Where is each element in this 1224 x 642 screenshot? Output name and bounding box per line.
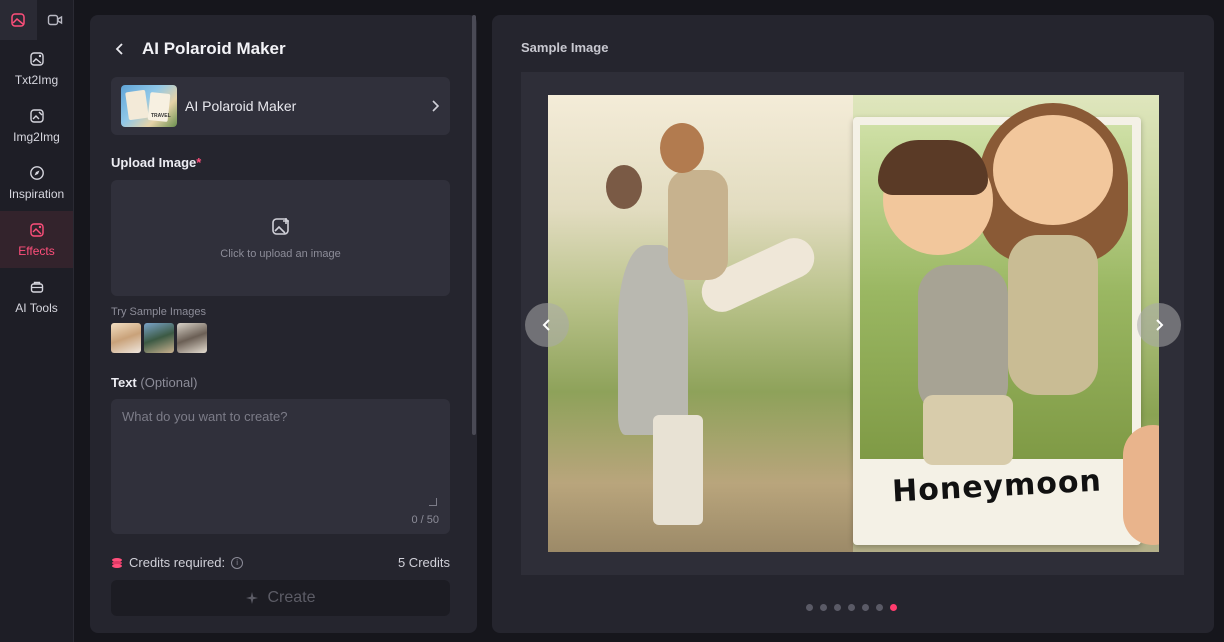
rail-item-img2img[interactable]: Img2Img [0,97,73,154]
rail-item-label: Inspiration [8,186,65,201]
image-mode-tab[interactable] [0,0,37,40]
create-button[interactable]: Create [111,580,450,616]
panel-header: AI Polaroid Maker [112,39,286,59]
carousel-dot[interactable] [890,604,897,611]
credits-label: Credits required: [129,555,226,570]
carousel-dot[interactable] [862,604,869,611]
image-icon [11,13,25,27]
preview-panel: Sample Image Honeymoon [492,15,1214,633]
next-image-button[interactable] [1137,303,1181,347]
rail-item-ai-tools[interactable]: AI Tools [0,268,73,325]
carousel-dots [806,604,897,611]
scrollbar[interactable] [472,15,476,435]
upload-hint: Click to upload an image [220,248,341,260]
credits-value: 5 Credits [397,555,450,570]
rail-item-label: Txt2Img [14,72,59,87]
carousel-dot[interactable] [834,604,841,611]
preview-title: Sample Image [521,40,609,55]
effect-thumbnail: TRAVEL [121,85,177,127]
effects-icon [29,222,44,237]
chevron-right-icon [432,100,440,112]
video-icon [47,14,62,26]
char-counter: 0 / 50 [411,514,439,526]
sample-image: Honeymoon [548,95,1159,552]
sample-images-label: Try Sample Images [111,306,206,318]
page-title: AI Polaroid Maker [142,39,286,58]
rail-item-label: AI Tools [15,300,58,315]
rail-item-inspiration[interactable]: Inspiration [0,154,73,211]
upload-dropzone[interactable]: Click to upload an image [111,180,450,296]
toolbox-icon [30,281,43,293]
effect-name: AI Polaroid Maker [185,98,297,114]
sample-image-2[interactable] [144,323,174,353]
prev-image-button[interactable] [525,303,569,347]
prompt-input[interactable] [111,399,450,534]
coins-icon [112,557,122,568]
sample-image-3[interactable] [177,323,207,353]
rail-item-txt2img[interactable]: Txt2Img [0,40,73,97]
chevron-left-icon [115,43,123,55]
image-sparkle-icon [29,51,44,66]
resize-handle[interactable] [429,498,437,506]
credits-row: Credits required: i 5 Credits [111,555,450,570]
rail-item-label: Img2Img [13,129,60,144]
video-mode-tab[interactable] [37,0,74,40]
chevron-right-icon [1156,319,1164,331]
effect-selector[interactable]: TRAVEL AI Polaroid Maker [111,77,450,135]
carousel-dot[interactable] [848,604,855,611]
carousel-dot[interactable] [876,604,883,611]
left-rail: Txt2Img Img2Img Inspiration Effects AI T… [0,0,74,642]
sample-images [111,323,207,353]
rail-item-label: Effects [18,243,55,258]
image-edit-icon [29,108,44,123]
mode-switcher [0,0,73,40]
info-icon[interactable]: i [231,556,244,569]
optional-tag: (Optional) [140,375,198,390]
carousel-dot[interactable] [820,604,827,611]
settings-panel: AI Polaroid Maker TRAVEL AI Polaroid Mak… [90,15,477,633]
upload-image-icon [271,218,289,235]
thumb-text: TRAVEL [151,113,171,119]
upload-label: Upload Image* [111,155,202,170]
preview-stage: Honeymoon [521,72,1184,575]
sample-image-1[interactable] [111,323,141,353]
required-mark: * [196,155,202,170]
compass-icon [29,165,44,180]
rail-item-effects[interactable]: Effects [0,211,73,268]
text-label: Text (Optional) [111,375,198,390]
back-button[interactable] [112,39,128,59]
create-label: Create [267,589,316,606]
chevron-left-icon [542,319,550,331]
sparkle-icon [246,592,259,604]
carousel-dot[interactable] [806,604,813,611]
